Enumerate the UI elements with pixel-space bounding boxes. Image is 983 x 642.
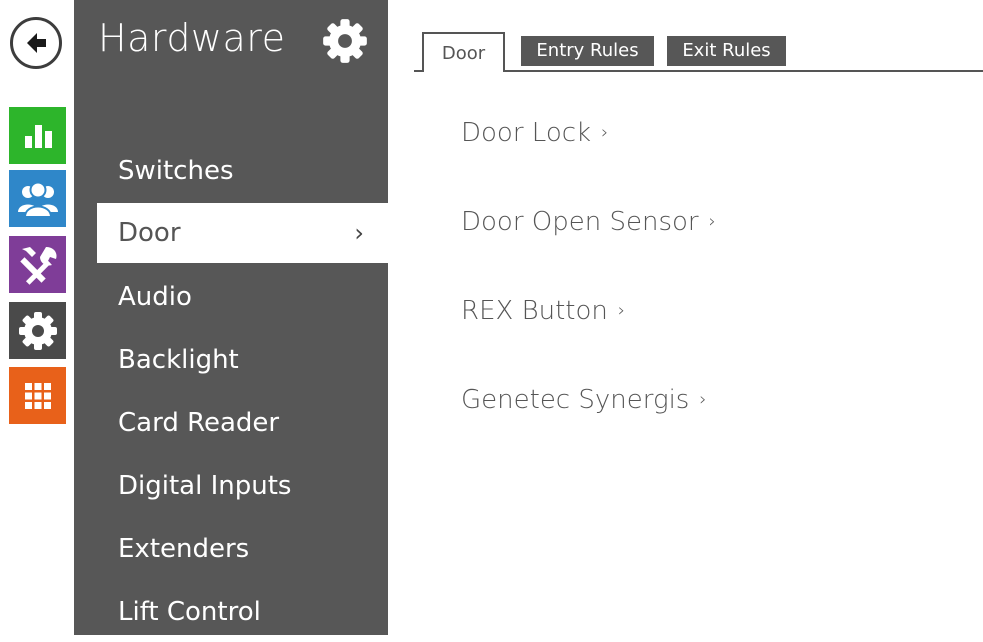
back-button[interactable]	[10, 17, 62, 69]
door-open-sensor-link[interactable]: Door Open Sensor ›	[461, 207, 716, 237]
rex-button-link[interactable]: REX Button ›	[461, 296, 625, 326]
menu-item-backlight[interactable]: Backlight	[74, 330, 388, 390]
menu-item-switches[interactable]: Switches	[74, 141, 388, 201]
menu-item-extenders[interactable]: Extenders	[74, 519, 388, 579]
bar-chart-icon	[24, 124, 52, 148]
users-icon	[17, 181, 58, 218]
tab-entry-rules[interactable]: Entry Rules	[521, 36, 654, 66]
link-label: REX Button	[461, 296, 608, 326]
door-lock-link[interactable]: Door Lock ›	[461, 118, 608, 148]
chevron-right-icon: ›	[699, 389, 707, 410]
nav-apps-button[interactable]	[9, 367, 66, 424]
menu-item-door[interactable]: Door ›	[97, 203, 388, 263]
nav-settings-button[interactable]	[9, 302, 66, 359]
tab-door[interactable]: Door	[422, 32, 505, 72]
menu-item-card-reader[interactable]: Card Reader	[74, 393, 388, 453]
hardware-menu: Hardware Switches Door › Audio Backlight…	[74, 0, 388, 635]
gear-icon[interactable]	[322, 18, 368, 64]
chevron-right-icon: ›	[601, 122, 609, 143]
menu-item-audio[interactable]: Audio	[74, 267, 388, 327]
nav-status-button[interactable]	[9, 107, 66, 164]
tools-icon	[19, 246, 57, 285]
chevron-right-icon: ›	[708, 211, 716, 232]
link-label: Door Lock	[461, 118, 592, 148]
chevron-right-icon: ›	[617, 300, 626, 321]
menu-item-digital-inputs[interactable]: Digital Inputs	[74, 456, 388, 516]
chevron-right-icon: ›	[354, 219, 364, 247]
link-label: Genetec Synergis	[461, 385, 690, 415]
back-arrow-icon	[27, 33, 46, 53]
genetec-synergis-link[interactable]: Genetec Synergis ›	[461, 385, 707, 415]
nav-hardware-button[interactable]	[9, 236, 66, 293]
grid-icon	[24, 382, 51, 409]
tab-exit-rules[interactable]: Exit Rules	[667, 36, 786, 66]
link-label: Door Open Sensor	[461, 207, 699, 237]
menu-item-label: Door	[118, 218, 181, 248]
gear-icon	[18, 311, 57, 350]
menu-item-lift-control[interactable]: Lift Control	[74, 582, 388, 642]
nav-users-button[interactable]	[9, 170, 66, 227]
menu-title: Hardware	[98, 16, 286, 60]
